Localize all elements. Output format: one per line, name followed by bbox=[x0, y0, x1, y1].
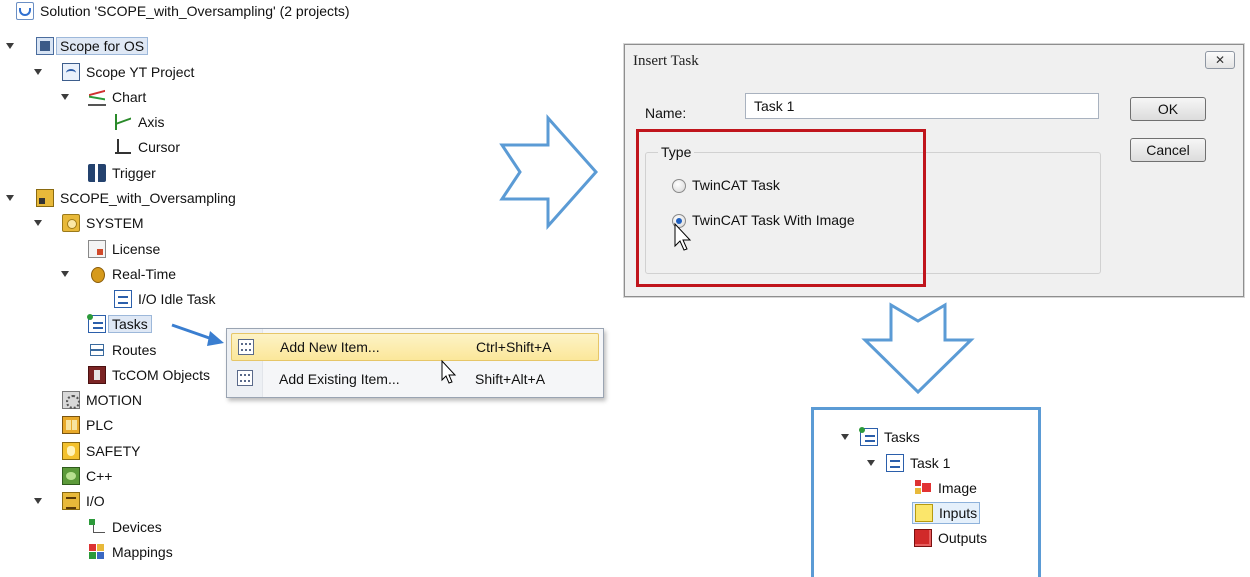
mouse-cursor-icon bbox=[441, 359, 457, 384]
down-arrow-icon bbox=[861, 302, 975, 395]
pointer-line bbox=[171, 323, 216, 342]
pointer-arrowhead-icon bbox=[207, 331, 224, 346]
mouse-cursor-icon bbox=[674, 222, 692, 251]
annotation-overlay bbox=[171, 114, 975, 395]
right-arrow-icon bbox=[499, 114, 599, 230]
